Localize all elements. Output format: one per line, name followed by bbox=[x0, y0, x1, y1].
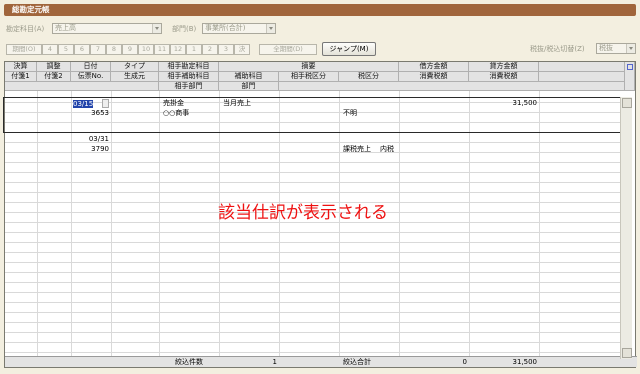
header-blank-4 bbox=[279, 82, 625, 91]
tax-class-cell[interactable]: 課税売上 bbox=[343, 144, 371, 154]
header-type: タイプ bbox=[111, 62, 159, 72]
header-origin: 生成元 bbox=[111, 72, 159, 82]
grid-row-line bbox=[5, 172, 625, 173]
period-button-1[interactable]: 4 bbox=[42, 44, 58, 55]
count-value: 1 bbox=[272, 358, 277, 366]
overlay-caption: 該当仕訳が表示される bbox=[218, 203, 388, 223]
totals-footer: 絞込件数 1 絞込合計 0 31,500 bbox=[5, 356, 637, 367]
window-title-bar: 総勘定元帳 bbox=[4, 4, 636, 16]
header-voucher2: 付箋2 bbox=[37, 72, 71, 82]
header-blank bbox=[539, 62, 625, 72]
slip-no-cell[interactable]: 3790 bbox=[71, 144, 109, 154]
tax-toggle-select[interactable]: 税抜 bbox=[596, 43, 636, 54]
header-blank-2 bbox=[539, 72, 625, 82]
grid-row-line bbox=[5, 292, 625, 293]
header-counter-sub: 相手補助科目 bbox=[159, 72, 219, 82]
scroll-up-icon[interactable] bbox=[622, 98, 632, 108]
grid-row-line bbox=[5, 342, 625, 343]
all-period-button[interactable]: 全期間(D) bbox=[259, 44, 317, 55]
grid-row-line bbox=[5, 242, 625, 243]
header-credit: 貸方金額 bbox=[469, 62, 539, 72]
jump-button[interactable]: ジャンプ(M) bbox=[322, 42, 376, 56]
grid-row-line bbox=[5, 302, 625, 303]
header-tax-class: 税区分 bbox=[339, 72, 399, 82]
period-button-5[interactable]: 8 bbox=[106, 44, 122, 55]
header-adjust: 調整 bbox=[37, 62, 71, 72]
selected-entry-highlight bbox=[3, 97, 621, 133]
grid-row-line bbox=[5, 352, 625, 353]
credit-total: 31,500 bbox=[512, 358, 538, 366]
header-date: 日付 bbox=[71, 62, 111, 72]
period-button-4[interactable]: 7 bbox=[90, 44, 106, 55]
chevron-down-icon bbox=[152, 24, 161, 33]
grid-row-line bbox=[5, 322, 625, 323]
grid-row-line bbox=[5, 162, 625, 163]
period-button-10[interactable]: 1 bbox=[186, 44, 202, 55]
header-debit-tax: 消費税額 bbox=[399, 72, 469, 82]
header-debit: 借方金額 bbox=[399, 62, 469, 72]
grid-row-line bbox=[5, 262, 625, 263]
grid-row-line bbox=[5, 332, 625, 333]
window-title: 総勘定元帳 bbox=[12, 5, 50, 14]
header-counter-dept: 相手部門 bbox=[159, 82, 219, 91]
chevron-down-icon bbox=[266, 24, 275, 33]
account-label: 勘定科目(A) bbox=[6, 25, 45, 33]
header-voucher1: 付箋1 bbox=[5, 72, 37, 82]
dept-select[interactable]: 事業所(合計) bbox=[202, 23, 276, 34]
header-credit-tax: 消費税額 bbox=[469, 72, 539, 82]
period-button-11[interactable]: 2 bbox=[202, 44, 218, 55]
grid-row-line bbox=[5, 272, 625, 273]
column-settings-icon[interactable] bbox=[625, 62, 635, 91]
header-blank-3 bbox=[5, 82, 159, 91]
header-dept: 部門 bbox=[219, 82, 279, 91]
total-label: 絞込合計 bbox=[343, 358, 371, 366]
period-button-7[interactable]: 10 bbox=[138, 44, 154, 55]
period-button-12[interactable]: 3 bbox=[218, 44, 234, 55]
grid-row-line bbox=[5, 192, 625, 193]
tax-toggle-label: 税抜/税込切替(Z) bbox=[530, 45, 585, 53]
header-settlement: 決算 bbox=[5, 62, 37, 72]
grid-row-line bbox=[5, 252, 625, 253]
period-button-6[interactable]: 9 bbox=[122, 44, 138, 55]
account-select[interactable]: 売上高 bbox=[52, 23, 162, 34]
chevron-down-icon bbox=[626, 44, 635, 53]
dept-label: 部門(B) bbox=[172, 25, 197, 33]
scroll-down-icon[interactable] bbox=[622, 348, 632, 358]
period-button-2[interactable]: 5 bbox=[58, 44, 74, 55]
header-sub-account: 補助科目 bbox=[219, 72, 279, 82]
period-button-8[interactable]: 11 bbox=[154, 44, 170, 55]
header-counter-tax: 相手税区分 bbox=[279, 72, 339, 82]
count-label: 絞込件数 bbox=[175, 358, 203, 366]
grid-row-line bbox=[5, 182, 625, 183]
grid-row-line bbox=[5, 312, 625, 313]
header-summary: 摘要 bbox=[219, 62, 399, 72]
grid-row-line bbox=[5, 232, 625, 233]
header-slip-no: 伝票No. bbox=[71, 72, 111, 82]
debit-total: 0 bbox=[462, 358, 467, 366]
period-button-0[interactable]: 期間(O) bbox=[6, 44, 42, 55]
date-cell[interactable]: 03/31 bbox=[71, 134, 109, 144]
grid-row-line bbox=[5, 282, 625, 283]
period-button-3[interactable]: 6 bbox=[74, 44, 90, 55]
header-counter-account: 相手勘定科目 bbox=[159, 62, 219, 72]
period-button-9[interactable]: 12 bbox=[170, 44, 186, 55]
vertical-scrollbar[interactable] bbox=[620, 97, 632, 359]
period-button-13[interactable]: 決 bbox=[234, 44, 250, 55]
tax-mode-cell[interactable]: 内税 bbox=[380, 144, 394, 154]
